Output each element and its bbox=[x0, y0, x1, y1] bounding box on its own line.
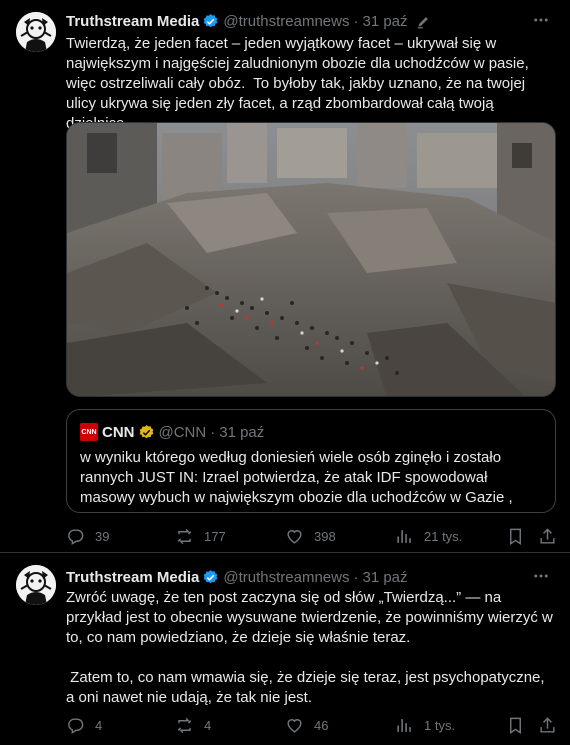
bookmark-button[interactable] bbox=[506, 715, 525, 735]
views-button[interactable]: 21 tys. bbox=[395, 526, 462, 546]
share-icon bbox=[538, 527, 557, 546]
reply-count: 39 bbox=[95, 528, 110, 544]
like-count: 46 bbox=[314, 717, 329, 733]
like-icon bbox=[285, 716, 304, 735]
views-icon bbox=[395, 716, 414, 735]
bookmark-button[interactable] bbox=[506, 526, 525, 546]
tweet-actions: 4 4 46 1 tys. bbox=[66, 715, 556, 735]
tweet-photo[interactable] bbox=[66, 122, 556, 397]
like-icon bbox=[285, 527, 304, 546]
share-icon bbox=[538, 716, 557, 735]
tweet-actions: 39 177 398 21 tys. bbox=[66, 526, 556, 546]
more-icon[interactable] bbox=[532, 567, 550, 590]
reply-button[interactable]: 39 bbox=[66, 526, 109, 546]
avatar[interactable] bbox=[16, 12, 56, 52]
tweet-text: Twierdzą, że jeden facet – jeden wyjątko… bbox=[66, 35, 529, 132]
tweet-date[interactable]: 31 paź bbox=[362, 13, 407, 30]
gold-verified-badge-icon bbox=[138, 424, 155, 441]
quoted-tweet[interactable]: CNN CNN @CNN · 31 paź w wyniku którego w… bbox=[66, 409, 556, 513]
share-button[interactable] bbox=[538, 526, 557, 546]
repost-count: 4 bbox=[204, 717, 212, 733]
repost-button[interactable]: 4 bbox=[175, 715, 211, 735]
quoted-tweet-header: CNN CNN @CNN · 31 paź bbox=[80, 423, 264, 441]
separator-dot: · bbox=[353, 568, 359, 586]
tweet-date[interactable]: 31 paź bbox=[362, 569, 407, 586]
edit-icon[interactable] bbox=[416, 14, 431, 29]
quoted-tweet-date: 31 paź bbox=[219, 423, 265, 441]
author-handle[interactable]: @truthstreamnews bbox=[223, 569, 349, 586]
bookmark-icon bbox=[506, 527, 525, 546]
author-name[interactable]: Truthstream Media bbox=[66, 569, 199, 586]
author-handle[interactable]: @truthstreamnews bbox=[223, 13, 349, 30]
separator-dot: · bbox=[210, 423, 216, 441]
like-button[interactable]: 46 bbox=[285, 715, 328, 735]
quoted-author-handle: @CNN bbox=[158, 423, 207, 441]
cnn-avatar: CNN bbox=[80, 423, 98, 441]
tweet[interactable]: Truthstream Media @truthstreamnews · 31 … bbox=[0, 0, 570, 553]
repost-button[interactable]: 177 bbox=[175, 526, 226, 546]
reply-icon bbox=[66, 527, 85, 546]
reply-count: 4 bbox=[95, 717, 103, 733]
views-button[interactable]: 1 tys. bbox=[395, 715, 455, 735]
share-button[interactable] bbox=[538, 715, 557, 735]
repost-icon bbox=[175, 716, 194, 735]
like-button[interactable]: 398 bbox=[285, 526, 336, 546]
repost-count: 177 bbox=[204, 528, 226, 544]
quoted-tweet-text: w wyniku którego według doniesień wiele … bbox=[80, 449, 513, 506]
tweet[interactable]: Truthstream Media @truthstreamnews · 31 … bbox=[0, 553, 570, 745]
view-count: 1 tys. bbox=[424, 717, 456, 733]
tweet-text: Zwróć uwagę, że ten post zaczyna się od … bbox=[66, 589, 553, 706]
tweet-header: Truthstream Media @truthstreamnews · 31 … bbox=[66, 11, 431, 31]
more-icon[interactable] bbox=[532, 11, 550, 34]
repost-icon bbox=[175, 527, 194, 546]
bookmark-icon bbox=[506, 716, 525, 735]
avatar[interactable] bbox=[16, 565, 56, 605]
reply-button[interactable]: 4 bbox=[66, 715, 102, 735]
like-count: 398 bbox=[314, 528, 336, 544]
view-count: 21 tys. bbox=[424, 528, 463, 544]
reply-icon bbox=[66, 716, 85, 735]
separator-dot: · bbox=[353, 12, 359, 30]
quoted-author-name: CNN bbox=[102, 423, 135, 441]
verified-badge-icon bbox=[202, 13, 219, 30]
author-name[interactable]: Truthstream Media bbox=[66, 13, 199, 30]
verified-badge-icon bbox=[202, 569, 219, 586]
tweet-header: Truthstream Media @truthstreamnews · 31 … bbox=[66, 567, 408, 587]
views-icon bbox=[395, 527, 414, 546]
